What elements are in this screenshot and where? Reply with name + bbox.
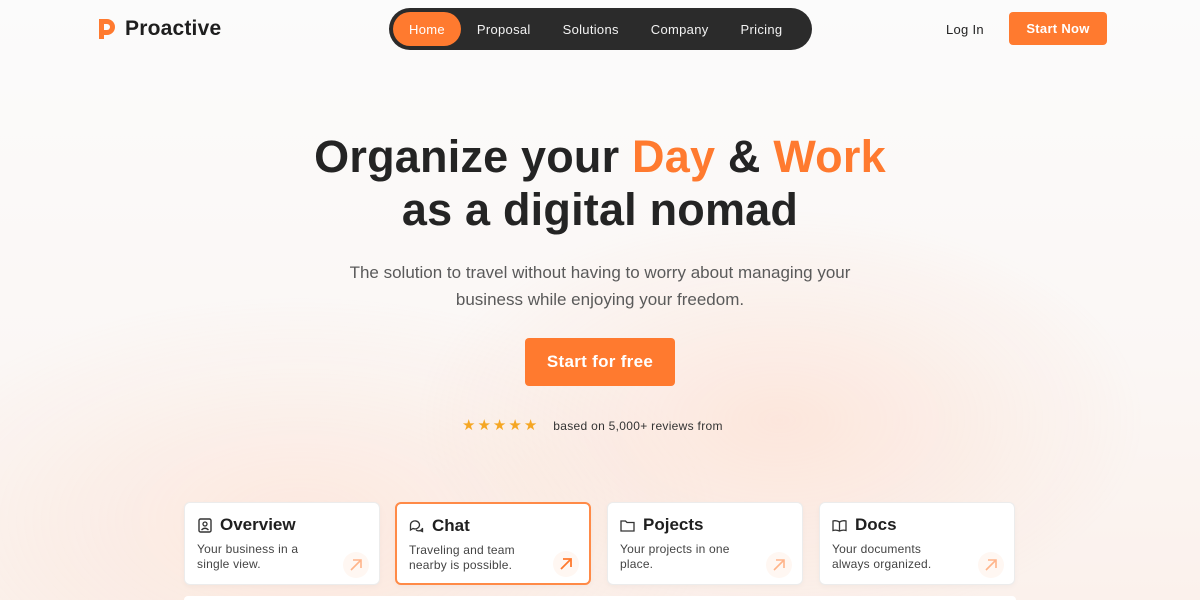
arrow-up-right-icon[interactable]: [978, 552, 1004, 578]
nav-item-proposal[interactable]: Proposal: [461, 12, 547, 46]
brand-logo[interactable]: Proactive: [98, 17, 221, 41]
hero-title-amp: &: [715, 131, 774, 182]
hero-title-work: Work: [773, 131, 886, 182]
feature-card-projects[interactable]: Pojects Your projects in one place.: [607, 502, 803, 585]
main-nav: Home Proposal Solutions Company Pricing: [389, 8, 812, 50]
bottom-panel-edge: [184, 596, 1016, 600]
card-description: Your projects in one place.: [620, 542, 730, 571]
card-title: Overview: [220, 515, 296, 534]
nav-item-pricing[interactable]: Pricing: [725, 12, 799, 46]
feature-card-docs[interactable]: Docs Your documents always organized.: [819, 502, 1015, 585]
rating-stars: ★ ★ ★ ★ ★: [462, 418, 537, 434]
arrow-up-right-icon[interactable]: [766, 552, 792, 578]
feature-card-overview[interactable]: Overview Your business in a single view.: [184, 502, 380, 585]
card-title: Docs: [855, 515, 897, 534]
reviews-row: ★ ★ ★ ★ ★ based on 5,000+ reviews from: [462, 418, 723, 434]
star-icon: ★: [462, 417, 476, 434]
start-free-button[interactable]: Start for free: [525, 338, 675, 386]
nav-item-solutions[interactable]: Solutions: [547, 12, 635, 46]
card-title: Pojects: [643, 515, 704, 534]
card-title: Chat: [432, 516, 470, 535]
profile-icon: [197, 517, 212, 533]
star-icon: ★: [492, 417, 507, 434]
brand-name: Proactive: [125, 17, 222, 40]
arrow-up-right-icon[interactable]: [553, 551, 579, 577]
book-icon: [832, 518, 847, 533]
star-icon: ★: [477, 417, 491, 434]
hero-title-part1: Organize your: [314, 131, 633, 182]
reviews-text: based on 5,000+ reviews from: [553, 419, 723, 433]
hero-title-day: Day: [632, 131, 716, 182]
arrow-up-right-icon[interactable]: [343, 552, 369, 578]
hero-subtitle: The solution to travel without having to…: [349, 263, 851, 309]
star-icon: ★: [508, 417, 522, 434]
folder-icon: [620, 518, 635, 533]
star-icon: ★: [523, 417, 538, 434]
feature-card-chat[interactable]: Chat Traveling and team nearby is possib…: [395, 502, 591, 585]
hero-title: Organize your Day & Work as a digital no…: [0, 130, 1200, 236]
card-description: Your documents always organized.: [832, 542, 932, 571]
chat-icon: [409, 519, 424, 534]
start-now-button[interactable]: Start Now: [1009, 12, 1107, 45]
nav-item-company[interactable]: Company: [635, 12, 725, 46]
card-description: Traveling and team nearby is possible.: [409, 543, 515, 572]
logo-icon: [98, 18, 116, 40]
nav-item-home[interactable]: Home: [393, 12, 461, 46]
login-link[interactable]: Log In: [946, 22, 984, 37]
hero-title-line2: as a digital nomad: [401, 184, 799, 235]
card-description: Your business in a single view.: [197, 542, 299, 571]
